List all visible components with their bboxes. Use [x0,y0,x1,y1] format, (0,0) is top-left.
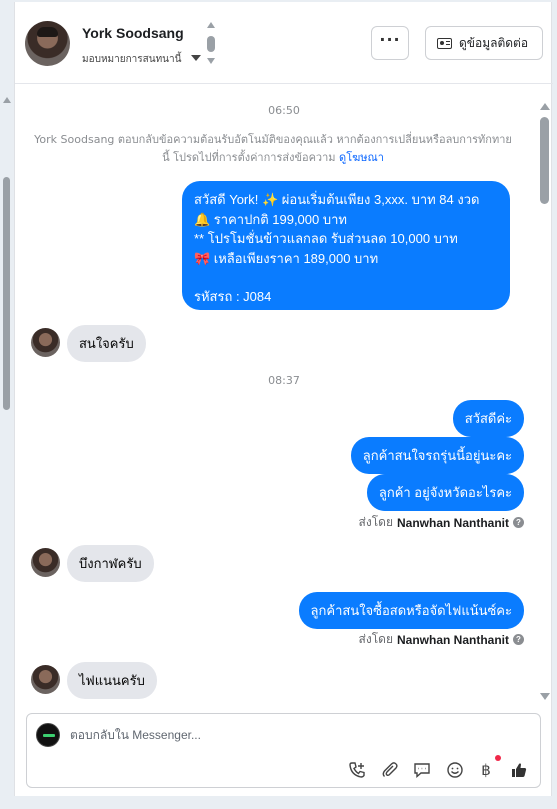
view-contact-info-label: ดูข้อมูลติดต่อ [459,35,529,50]
message-composer: ฿ [26,713,541,788]
contact-avatar[interactable] [25,21,70,66]
outgoing-message[interactable]: ลูกค้า อยู่จังหวัดอะไรคะ [366,474,524,511]
promo-line: รหัสรถ : J084 [194,289,272,304]
outgoing-message[interactable]: สวัสดีค่ะ [452,400,524,437]
message-thread[interactable]: 06:50 York Soodsang ตอบกลับข้อความต้อนรั… [15,85,553,700]
phone-plus-icon[interactable] [348,761,366,779]
contact-name[interactable]: York Soodsang [82,25,184,41]
emoji-icon[interactable] [446,761,464,779]
incoming-message[interactable]: สนใจครับ [67,325,146,362]
page-avatar [36,723,60,747]
incoming-message[interactable]: บึงกาฬครับ [67,545,154,582]
baht-icon[interactable]: ฿ [477,761,495,779]
thread-scrollbar[interactable] [539,103,551,700]
scroll-thumb[interactable] [3,177,10,410]
thumbs-up-icon[interactable] [510,761,528,779]
scroll-down-icon[interactable] [540,693,550,700]
contact-card-icon [437,37,452,49]
scroll-thumb[interactable] [207,36,215,52]
sent-by-prefix: ส่งโดย [358,515,393,529]
scroll-up-icon[interactable] [540,103,550,110]
chevron-down-icon[interactable] [191,55,201,61]
paperclip-icon[interactable] [381,761,399,779]
assign-conversation-label[interactable]: มอบหมายการสนทนานี้ [82,52,181,67]
reply-input[interactable] [70,725,470,745]
promo-line: 🎀 เหลือเพียงราคา 189,000 บาท [194,250,379,266]
promo-line: สวัสดี York! ✨ ผ่อนเริ่มต้นเพียง 3,xxx. … [194,192,480,207]
notification-dot [495,755,501,761]
outgoing-message[interactable]: ลูกค้าสนใจซื้อสดหรือจัดไฟแน้นซ์คะ [298,592,524,629]
sender-name: Nanwhan Nanthanit [396,632,509,647]
scroll-up-icon[interactable] [207,22,215,28]
system-note-text: York Soodsang ตอบกลับข้อความต้อนรับอัตโน… [34,133,512,164]
timestamp: 08:37 [268,374,300,387]
promo-spacer [194,268,498,287]
more-options-button[interactable]: ··· [371,26,409,60]
help-icon[interactable]: ? [513,517,524,528]
help-icon[interactable]: ? [513,634,524,645]
outgoing-message[interactable]: ลูกค้าสนใจรถรุ่นนี้อยู่นะคะ [350,437,524,474]
view-contact-info-button[interactable]: ดูข้อมูลติดต่อ [425,26,543,60]
incoming-message[interactable]: ไฟแนนครับ [67,662,157,699]
view-ad-link[interactable]: ดูโฆษณา [339,151,384,164]
scroll-thumb[interactable] [540,117,549,204]
sent-by-label: ส่งโดย Nanwhan Nanthanit ? [359,630,524,649]
contact-avatar-small [31,665,60,694]
system-note: York Soodsang ตอบกลับข้อความต้อนรับอัตโน… [31,131,515,167]
contact-avatar-small [31,548,60,577]
sent-by-label: ส่งโดย Nanwhan Nanthanit ? [359,513,524,532]
conversation-header: York Soodsang มอบหมายการสนทนานี้ ··· ดูข… [15,2,553,84]
scroll-up-icon[interactable] [3,97,11,103]
contact-avatar-small [31,328,60,357]
sender-name: Nanwhan Nanthanit [396,515,509,530]
chat-bubble-icon[interactable] [413,761,431,779]
promo-line: ** โปรโมชั่นข้าวแลกลด รับส่วนลด 10,000 บ… [194,231,458,246]
outgoing-promo-message[interactable]: สวัสดี York! ✨ ผ่อนเริ่มต้นเพียง 3,xxx. … [182,181,510,310]
sent-by-prefix: ส่งโดย [358,632,393,646]
promo-line: 🔔 ราคาปกติ 199,000 บาท [194,211,347,227]
timestamp: 06:50 [268,104,300,117]
page-scrollbar[interactable] [0,97,14,697]
header-scrollbar[interactable] [206,22,216,68]
chat-panel: York Soodsang มอบหมายการสนทนานี้ ··· ดูข… [14,2,553,796]
scroll-down-icon[interactable] [207,58,215,64]
